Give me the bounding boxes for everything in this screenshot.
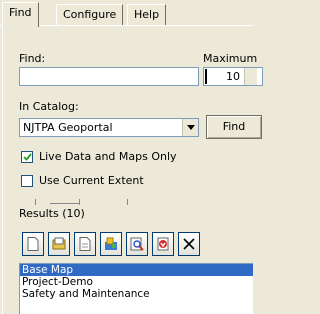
clear-icon[interactable]: [178, 232, 200, 256]
document-icon[interactable]: [22, 232, 44, 256]
tab-find[interactable]: Find: [2, 2, 39, 27]
current-extent-label: Use Current Extent: [39, 174, 144, 187]
panel-edge: [2, 26, 3, 314]
tab-strip: Find Configure Help: [0, 0, 253, 27]
find-label: Find:: [19, 52, 46, 65]
tab-help[interactable]: Help: [127, 4, 167, 25]
catalog-label: In Catalog:: [19, 100, 79, 113]
catalog-select[interactable]: NJTPA Geoportal: [19, 118, 199, 137]
checkbox-empty-icon[interactable]: [21, 174, 33, 187]
chevron-down-icon[interactable]: [182, 119, 198, 136]
current-extent-option[interactable]: Use Current Extent: [21, 174, 144, 187]
slider-track[interactable]: [50, 203, 80, 204]
live-data-label: Live Data and Maps Only: [39, 150, 177, 163]
find-button[interactable]: Find: [206, 115, 262, 139]
download-icon[interactable]: [152, 232, 174, 256]
results-label: Results (10): [19, 207, 85, 220]
list-item[interactable]: Base Map: [20, 264, 253, 276]
list-item[interactable]: Project-Demo: [20, 276, 253, 288]
slider-tick: [79, 199, 80, 205]
caret-icon: [205, 69, 207, 84]
maximum-spinner[interactable]: 10: [203, 67, 263, 86]
spinner-arrows-icon[interactable]: [244, 68, 257, 85]
details-icon[interactable]: [74, 232, 96, 256]
maximum-label: Maximum: [203, 52, 258, 65]
results-list[interactable]: Base Map Project-Demo Safety and Mainten…: [19, 263, 253, 314]
maximum-value: 10: [226, 70, 240, 83]
catalog-selected-value: NJTPA Geoportal: [23, 121, 113, 134]
find-input[interactable]: [19, 67, 199, 86]
checkbox-checked-icon[interactable]: [21, 150, 33, 163]
slider-tick: [35, 199, 36, 205]
zoom-to-icon[interactable]: [126, 232, 148, 256]
add-to-map-icon[interactable]: [100, 232, 122, 256]
open-icon[interactable]: [48, 232, 70, 256]
list-item[interactable]: Safety and Maintenance: [20, 288, 253, 300]
live-data-option[interactable]: Live Data and Maps Only: [21, 150, 177, 163]
tab-configure[interactable]: Configure: [56, 4, 124, 25]
slider-tick: [127, 199, 128, 205]
